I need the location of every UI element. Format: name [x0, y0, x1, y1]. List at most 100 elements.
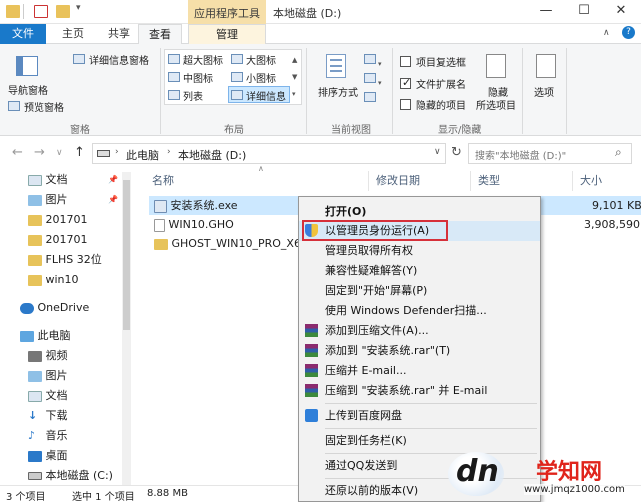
menu-item-open[interactable]: 打开(O) — [299, 202, 540, 222]
nav-item-pictures[interactable]: 图片 📌 — [0, 190, 136, 210]
nav-item-folder[interactable]: 201701 — [0, 230, 136, 250]
extra-large-icons-icon — [168, 54, 180, 64]
up-button[interactable]: ↑ — [74, 145, 85, 160]
sort-by-button[interactable]: 排序方式 — [318, 84, 358, 99]
winrar-icon — [305, 364, 318, 377]
video-icon — [28, 350, 42, 362]
nav-item-this-pc[interactable]: 此电脑 — [0, 326, 136, 346]
layout-medium[interactable]: 中图标 — [183, 70, 213, 85]
preview-pane-button[interactable]: 预览窗格 — [24, 99, 64, 114]
layout-list[interactable]: 列表 — [183, 88, 203, 103]
hidden-items-checkbox[interactable] — [400, 99, 411, 110]
watermark-brand: 学知网 — [536, 460, 603, 485]
layout-large[interactable]: 大图标 — [246, 52, 276, 67]
new-folder-icon[interactable] — [56, 5, 70, 18]
chevron-right-icon[interactable]: › — [167, 147, 171, 157]
properties-icon[interactable] — [34, 5, 48, 18]
tab-share[interactable]: 共享 — [104, 24, 134, 44]
options-button[interactable]: 选项 — [534, 84, 554, 99]
recent-locations-button[interactable]: ∨ — [56, 148, 63, 158]
nav-item-downloads[interactable]: ↓ 下载 — [0, 406, 136, 426]
help-icon[interactable]: ? — [622, 26, 635, 39]
pin-icon[interactable]: 📌 — [108, 190, 118, 210]
nav-item-desktop[interactable]: 桌面 — [0, 446, 136, 466]
close-button[interactable]: ✕ — [601, 0, 641, 24]
item-checkboxes-checkbox[interactable] — [400, 56, 411, 67]
nav-pane-scrollbar-thumb[interactable] — [123, 180, 130, 330]
breadcrumb-this-pc[interactable]: 此电脑 — [126, 147, 159, 163]
folder-icon[interactable] — [6, 5, 20, 18]
watermark-logo: dn — [456, 454, 499, 489]
nav-pane-icon[interactable] — [16, 56, 38, 76]
menu-item-troubleshoot[interactable]: 兼容性疑难解答(Y) — [299, 261, 540, 281]
layout-details[interactable]: 详细信息 — [246, 88, 286, 103]
file-extensions-label: 文件扩展名 — [416, 80, 466, 91]
menu-item-pin-taskbar[interactable]: 固定到任务栏(K) — [299, 431, 540, 451]
details-pane-button[interactable]: 详细信息窗格 — [89, 52, 149, 67]
nav-item-folder[interactable]: win10 — [0, 270, 136, 290]
nav-item-music[interactable]: ♪ 音乐 — [0, 426, 136, 446]
layout-small[interactable]: 小图标 — [246, 70, 276, 85]
menu-item-add-archive[interactable]: 添加到压缩文件(A)... — [299, 321, 540, 341]
collapse-ribbon-icon[interactable]: ∧ — [603, 28, 610, 38]
column-header-size[interactable]: 大小 — [580, 172, 602, 188]
status-item-count: 3 个项目 — [6, 492, 46, 502]
column-header-name[interactable]: 名称 — [152, 172, 174, 188]
customize-quick-access-icon[interactable]: ▾ — [76, 3, 81, 13]
nav-item-documents[interactable]: 文档 — [0, 386, 136, 406]
music-icon: ♪ — [28, 429, 36, 442]
file-extensions-checkbox[interactable] — [400, 76, 411, 89]
tab-view[interactable]: 查看 — [138, 24, 182, 45]
nav-item-folder[interactable]: FLHS 32位 — [0, 250, 136, 270]
search-input[interactable]: 搜索"本地磁盘 (D:)" — [468, 143, 632, 164]
nav-pane-button[interactable]: 导航窗格 — [8, 82, 48, 97]
pin-icon[interactable]: 📌 — [108, 170, 118, 190]
details-icon — [231, 90, 243, 100]
refresh-icon[interactable]: ↻ — [451, 145, 462, 160]
column-header-modified[interactable]: 修改日期 — [376, 172, 420, 188]
menu-item-defender-scan[interactable]: 使用 Windows Defender扫描... — [299, 301, 540, 321]
nav-item-folder[interactable]: 201701 — [0, 210, 136, 230]
nav-item-pictures[interactable]: 图片 — [0, 366, 136, 386]
forward-button[interactable]: → — [34, 145, 45, 160]
back-button[interactable]: ← — [12, 145, 23, 160]
menu-item-compress-email[interactable]: 压缩并 E-mail... — [299, 361, 540, 381]
menu-item-compress-rar-email[interactable]: 压缩到 "安装系统.rar" 并 E-mail — [299, 381, 540, 401]
nav-item-local-disk-c[interactable]: 本地磁盘 (C:) — [0, 466, 136, 486]
maximize-button[interactable]: ☐ — [564, 0, 604, 24]
group-label-panes: 窗格 — [70, 125, 90, 136]
menu-item-take-ownership[interactable]: 管理员取得所有权 — [299, 241, 540, 261]
nav-item-documents[interactable]: 文档 📌 — [0, 170, 136, 190]
cloud-icon — [20, 302, 34, 314]
medium-icons-icon — [168, 72, 180, 82]
nav-item-videos[interactable]: 视频 — [0, 346, 136, 366]
tab-file[interactable]: 文件 — [0, 24, 46, 44]
minimize-button[interactable]: — — [526, 0, 566, 24]
layout-scroll-icon[interactable]: ▲ ▼ ▾ — [292, 52, 297, 103]
ribbon-tab-bar — [0, 24, 641, 44]
dropdown-icon[interactable]: ▾ ▾ — [378, 55, 382, 93]
tab-manage[interactable]: 管理 — [188, 24, 266, 45]
tab-home[interactable]: 主页 — [58, 24, 88, 44]
group-label-current-view: 当前视图 — [331, 125, 371, 136]
breadcrumb-local-disk[interactable]: 本地磁盘 (D:) — [178, 147, 246, 163]
nav-item-onedrive[interactable]: OneDrive — [0, 298, 136, 318]
layout-extra-large[interactable]: 超大图标 — [183, 52, 223, 67]
menu-item-add-rar[interactable]: 添加到 "安装系统.rar"(T) — [299, 341, 540, 361]
divider — [368, 171, 369, 191]
chevron-right-icon[interactable]: › — [115, 147, 119, 157]
size-columns-icon[interactable] — [364, 92, 376, 102]
menu-item-baidu-upload[interactable]: 上传到百度网盘 — [299, 406, 540, 426]
options-icon[interactable] — [536, 54, 556, 78]
folder-icon — [28, 274, 42, 286]
menu-item-pin-start[interactable]: 固定到"开始"屏幕(P) — [299, 281, 540, 301]
group-by-icon[interactable] — [364, 54, 376, 64]
details-pane-icon — [73, 54, 85, 64]
hide-selected-icon[interactable] — [486, 54, 506, 78]
sort-by-icon[interactable] — [326, 54, 346, 78]
add-columns-icon[interactable] — [364, 73, 376, 83]
search-icon[interactable]: ⌕ — [615, 145, 622, 160]
address-dropdown-icon[interactable]: ∨ — [434, 147, 441, 157]
hide-selected-label-2[interactable]: 所选项目 — [476, 97, 516, 112]
column-header-type[interactable]: 类型 — [478, 172, 500, 188]
